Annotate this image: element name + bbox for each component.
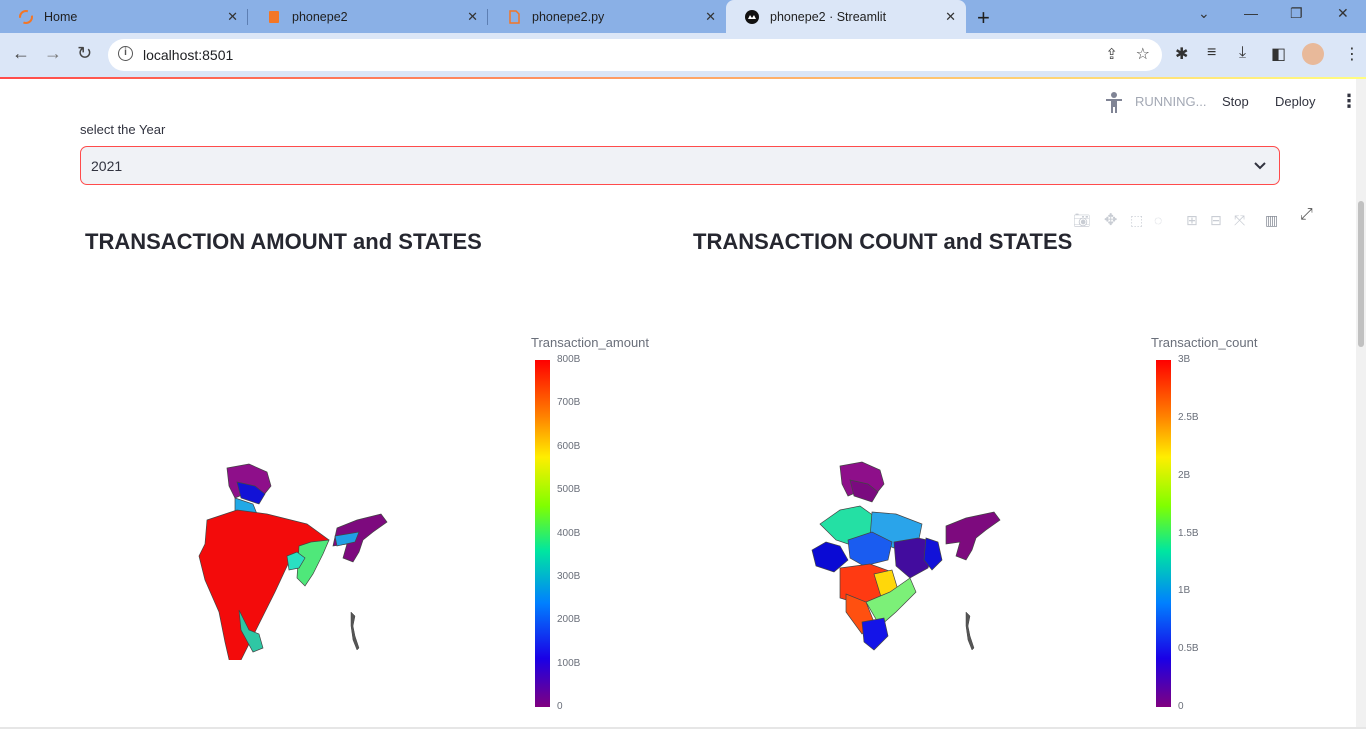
colorbar-tick-label: 1.5B — [1178, 527, 1199, 539]
amount-colorbar-title: Transaction_amount — [531, 335, 650, 350]
amount-choropleth-map[interactable] — [195, 460, 390, 660]
colorbar-tick-label: 0 — [1178, 701, 1184, 712]
running-status: RUNNING... — [1135, 94, 1207, 109]
lasso-icon[interactable]: ◌ — [1154, 212, 1162, 228]
tab-streamlit[interactable]: phonepe2 · Streamlit ✕ — [726, 0, 966, 33]
back-icon[interactable]: ← — [12, 43, 30, 64]
sidepanel-icon[interactable]: ◧ — [1271, 44, 1286, 64]
running-icon — [1104, 91, 1124, 113]
notebook-icon — [266, 9, 282, 25]
browser-tab-strip: Home ✕ phonepe2 ✕ phonepe2.py ✕ phonepe2… — [0, 0, 1366, 33]
colorbar-tick-label: 300B — [557, 570, 581, 582]
map-region-islands — [965, 611, 975, 651]
new-tab-button[interactable]: + — [977, 5, 990, 31]
file-icon — [506, 9, 522, 25]
tab-label: phonepe2 · Streamlit — [770, 9, 887, 24]
colorbar-tick-label: 700B — [557, 397, 581, 409]
count-chart-title: TRANSACTION COUNT and STATES — [693, 229, 1073, 254]
count-choropleth-map[interactable] — [808, 460, 1003, 660]
colorbar-tick-label: 500B — [557, 484, 581, 496]
menu-kebab-icon[interactable]: ⋮ — [1344, 44, 1360, 64]
tab-home[interactable]: Home ✕ — [0, 0, 248, 33]
colorbar-tick-label: 0.5B — [1178, 643, 1199, 655]
colorbar-tick-label: 3B — [1178, 354, 1191, 365]
map-region-central — [198, 509, 330, 660]
colorbar-tick-label: 200B — [557, 614, 581, 626]
download-icon[interactable]: ⤓ — [1239, 44, 1246, 62]
count-colorbar-title: Transaction_count — [1151, 335, 1258, 350]
colorbar-tick-label: 2.5B — [1178, 411, 1199, 423]
box-select-icon[interactable]: ⬚ — [1130, 212, 1143, 229]
url-text: localhost:8501 — [143, 47, 234, 63]
colorbar-tick-label: 100B — [557, 657, 581, 669]
avatar[interactable] — [1302, 43, 1324, 65]
map-region-northeast — [945, 511, 1001, 561]
tab-python-file[interactable]: phonepe2.py ✕ — [488, 0, 726, 33]
zoom-in-icon[interactable]: ⊞ — [1186, 212, 1198, 229]
autoscale-icon[interactable]: ⤧ — [1234, 212, 1245, 229]
tab-label: phonepe2.py — [532, 9, 605, 24]
scrollbar[interactable] — [1356, 79, 1366, 729]
chevron-down-icon — [1253, 155, 1267, 178]
year-select-label: select the Year — [80, 122, 166, 137]
tab-label: Home — [44, 9, 78, 24]
scrollbar-thumb[interactable] — [1358, 201, 1364, 347]
close-window-icon[interactable]: ✕ — [1337, 5, 1349, 22]
zoom-out-icon[interactable]: ⊟ — [1210, 212, 1222, 229]
plotly-logo-icon[interactable]: ▥ — [1265, 212, 1278, 229]
media-icon[interactable]: ≡ — [1207, 44, 1216, 62]
share-icon[interactable]: ⇪ — [1105, 45, 1118, 63]
close-icon[interactable]: ✕ — [945, 9, 956, 25]
minimize-icon[interactable]: — — [1244, 5, 1258, 21]
colorbar-tick-label: 2B — [1178, 469, 1191, 481]
forward-icon[interactable]: → — [44, 43, 62, 64]
loader-icon — [18, 9, 34, 25]
extensions-icon[interactable]: ✱ — [1175, 44, 1188, 64]
year-select[interactable]: 2021 — [80, 146, 1280, 185]
count-colorbar — [1156, 360, 1171, 707]
main-menu-icon[interactable]: ⋮ — [1340, 91, 1358, 112]
streamlit-icon — [744, 9, 760, 25]
close-icon[interactable]: ✕ — [467, 9, 478, 25]
colorbar-tick-label: 600B — [557, 440, 581, 452]
year-select-value: 2021 — [91, 158, 123, 174]
deploy-button[interactable]: Deploy — [1275, 94, 1315, 109]
colorbar-tick-label: 800B — [557, 354, 581, 365]
site-info-icon[interactable]: i — [118, 46, 133, 61]
stop-button[interactable]: Stop — [1222, 94, 1249, 109]
restore-icon[interactable]: ❐ — [1290, 5, 1303, 22]
pan-icon[interactable]: ✥ — [1104, 210, 1117, 230]
tab-label: phonepe2 — [292, 9, 348, 24]
fullscreen-icon[interactable]: ⤢ — [1300, 206, 1313, 224]
tab-search-icon[interactable]: ⌄ — [1198, 5, 1210, 22]
colorbar-tick-label: 0 — [557, 701, 563, 712]
amount-colorbar — [535, 360, 550, 707]
colorbar-tick-label: 1B — [1178, 585, 1191, 597]
camera-icon[interactable]: 📷︎ — [1073, 212, 1091, 229]
tab-notebook[interactable]: phonepe2 ✕ — [248, 0, 488, 33]
bookmark-star-icon[interactable]: ☆ — [1136, 44, 1150, 64]
map-region-islands — [350, 611, 360, 651]
map-region-tamilnadu — [861, 617, 889, 651]
address-bar-row: ← → ↻ i localhost:8501 ⇪ ☆ ✱ ≡ ⤓ ◧ ⋮ — [0, 33, 1366, 77]
amount-chart-title: TRANSACTION AMOUNT and STATES — [85, 229, 482, 254]
url-input[interactable]: i localhost:8501 ⇪ ☆ — [108, 39, 1162, 71]
colorbar-tick-label: 400B — [557, 527, 581, 539]
close-icon[interactable]: ✕ — [227, 9, 238, 25]
reload-icon[interactable]: ↻ — [77, 43, 92, 64]
close-icon[interactable]: ✕ — [705, 9, 716, 25]
